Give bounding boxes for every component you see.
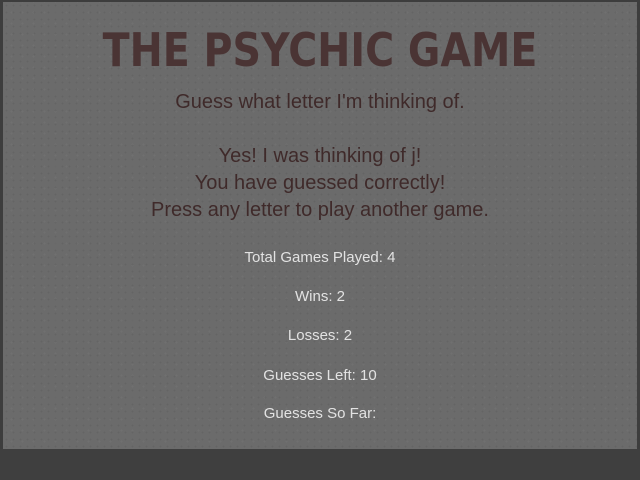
game-frame: THE PSYCHIC GAME Guess what letter I'm t… [0, 0, 640, 480]
result-line-status: You have guessed correctly! [194, 172, 446, 194]
game-title: THE PSYCHIC GAME [102, 23, 538, 77]
stat-guesses-left: Guesses Left: 10 [263, 367, 377, 384]
stat-losses: Losses: 2 [287, 327, 353, 344]
stat-guesses-so-far: Guesses So Far: [263, 405, 377, 422]
bottom-bar [0, 449, 640, 480]
game-instructions: Guess what letter I'm thinking of. [175, 91, 465, 113]
stat-wins: Wins: 2 [294, 288, 345, 305]
result-line-answer: Yes! I was thinking of j! [218, 145, 422, 167]
stat-total-games: Total Games Played: 4 [244, 249, 396, 266]
result-message: Yes! I was thinking of j! You have guess… [0, 143, 640, 224]
result-line-prompt: Press any letter to play another game. [151, 199, 489, 221]
